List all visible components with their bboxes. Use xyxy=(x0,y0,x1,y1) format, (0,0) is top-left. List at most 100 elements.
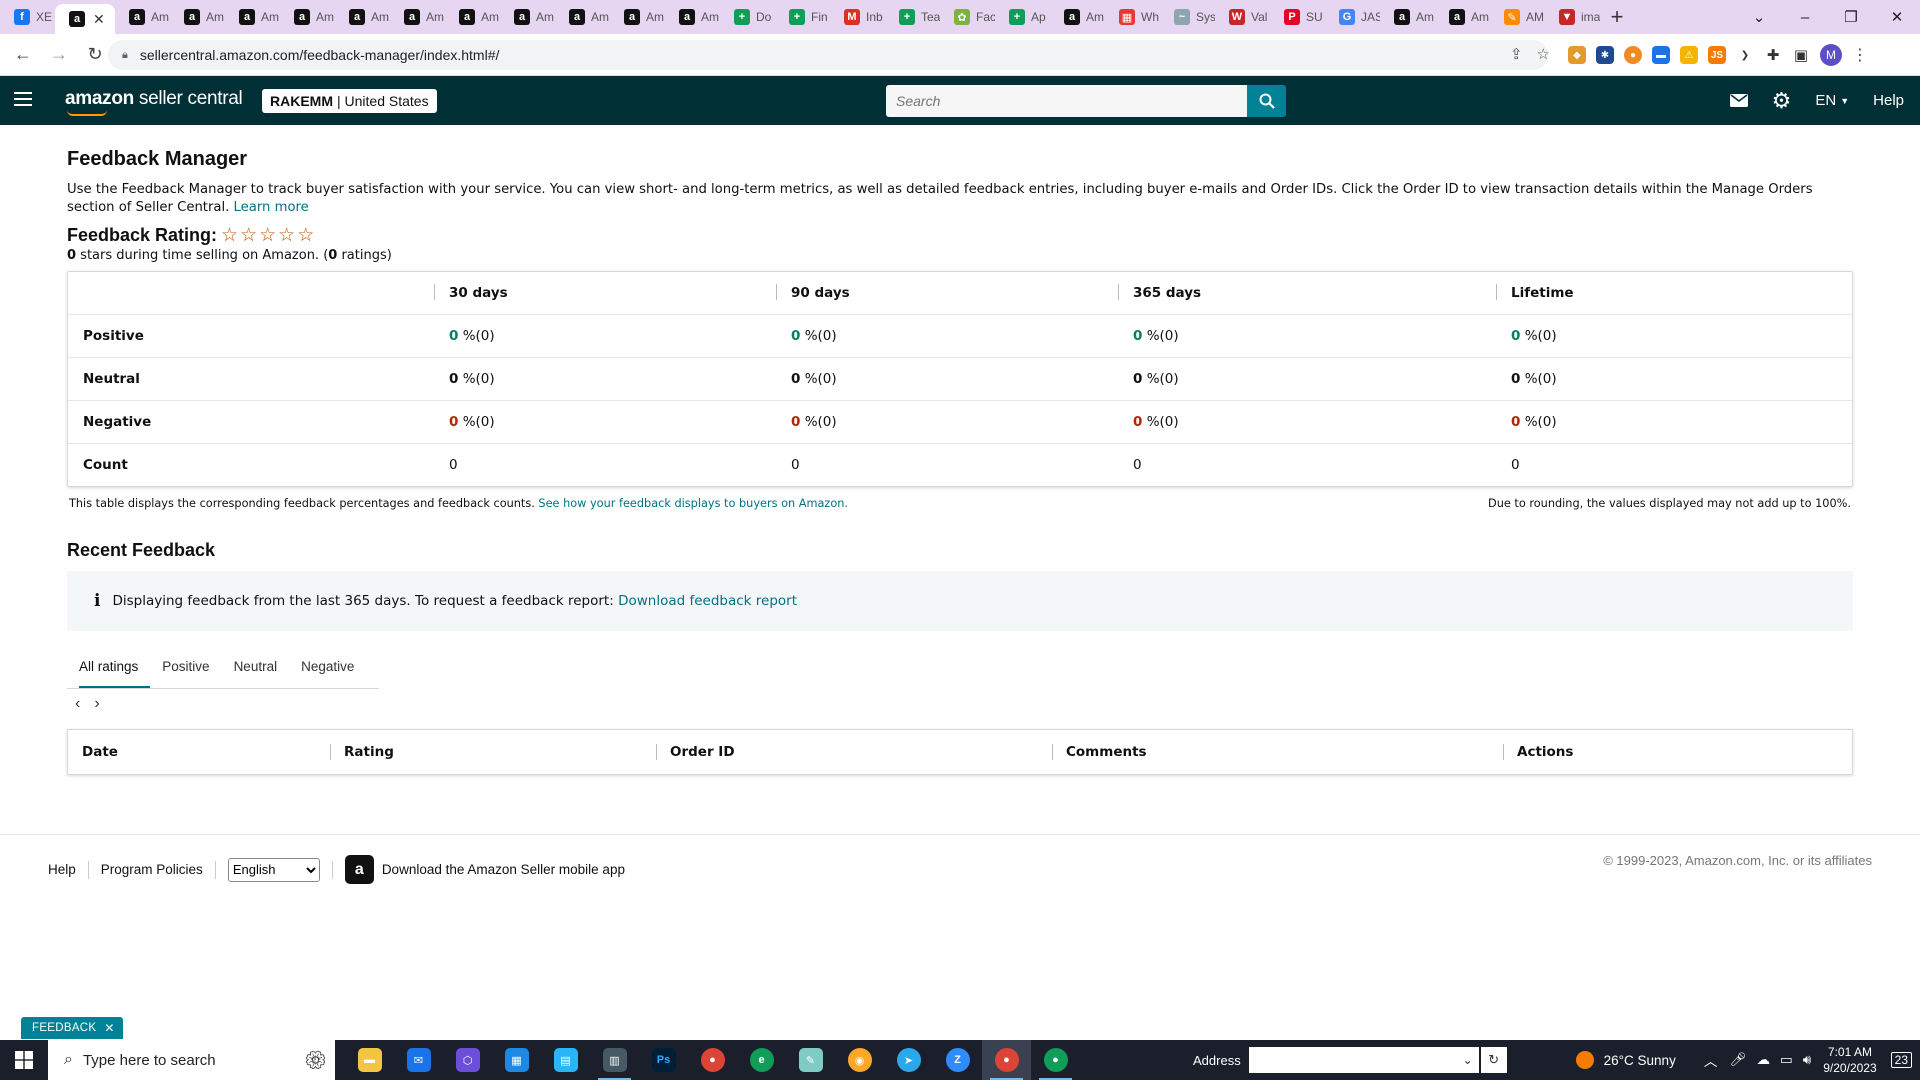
clock[interactable]: 7:01 AM 9/20/2023 xyxy=(1823,1044,1876,1076)
extension-icon[interactable]: ✱ xyxy=(1596,46,1614,64)
program-policies-link[interactable]: Program Policies xyxy=(101,862,203,877)
browser-tab[interactable]: a Am xyxy=(225,0,280,34)
zoom-icon[interactable]: Z xyxy=(933,1040,982,1080)
footer-language-select[interactable]: English xyxy=(227,857,320,882)
browser-tab[interactable]: a Am xyxy=(500,0,555,34)
browser-menu-icon[interactable]: ⋮ xyxy=(1852,45,1868,65)
feedback-column-order-id[interactable]: Order ID xyxy=(656,730,1052,774)
microphone-icon[interactable]: 🎤︎ xyxy=(1729,1052,1746,1068)
next-page-icon[interactable]: › xyxy=(94,695,99,713)
windows-start-icon[interactable] xyxy=(0,1040,48,1080)
feedback-column-comments[interactable]: Comments xyxy=(1052,730,1503,774)
minimize-button[interactable]: – xyxy=(1782,9,1828,26)
feedback-floating-button[interactable]: FEEDBACK ✕ xyxy=(21,1017,123,1039)
extension-icon[interactable]: ◆ xyxy=(1568,46,1586,64)
browser-tab[interactable]: + Do xyxy=(720,0,775,34)
browser-tab[interactable]: P SU xyxy=(1270,0,1325,34)
browser-tab[interactable]: a Am xyxy=(1435,0,1490,34)
download-app-link[interactable]: Download the Amazon Seller mobile app xyxy=(382,862,625,877)
browser-tab[interactable]: ▦ Wh xyxy=(1105,0,1160,34)
browser-tab[interactable]: a Am xyxy=(610,0,665,34)
calculator-icon[interactable]: ▥ xyxy=(590,1040,639,1080)
new-tab-icon[interactable]: + xyxy=(1600,0,1634,34)
edge-icon[interactable]: e xyxy=(737,1040,786,1080)
mail-app-icon[interactable]: ✉ xyxy=(394,1040,443,1080)
amazon-seller-central-logo[interactable]: amazon seller central xyxy=(65,88,243,116)
browser-tab[interactable]: a Am xyxy=(115,0,170,34)
browser-tab[interactable]: ✿ Fac xyxy=(940,0,995,34)
help-link[interactable]: Help xyxy=(1861,92,1920,109)
side-panel-icon[interactable]: ▣ xyxy=(1792,46,1810,64)
browser-tab[interactable]: G JAS xyxy=(1325,0,1380,34)
extension-icon[interactable]: ● xyxy=(1624,46,1642,64)
extension-icon[interactable]: ▬ xyxy=(1652,46,1670,64)
file-explorer-icon[interactable]: ▬ xyxy=(345,1040,394,1080)
extension-icon[interactable]: ❯ xyxy=(1736,46,1754,64)
hamburger-menu-icon[interactable] xyxy=(14,92,32,106)
notifications-icon[interactable]: 23 xyxy=(1890,1052,1912,1068)
browser-tab[interactable]: a Am xyxy=(665,0,720,34)
browser-tab[interactable]: a Am xyxy=(280,0,335,34)
app-icon[interactable]: ⬡ xyxy=(443,1040,492,1080)
browser-tab[interactable]: M Inb xyxy=(830,0,885,34)
address-bar[interactable]: 🔒︎ sellercentral.amazon.com/feedback-man… xyxy=(108,40,1548,70)
browser-tab[interactable]: a Am xyxy=(555,0,610,34)
footer-help-link[interactable]: Help xyxy=(48,862,76,877)
extensions-puzzle-icon[interactable]: ✚ xyxy=(1764,46,1782,64)
weather-text[interactable]: 26°C Sunny xyxy=(1604,1053,1676,1068)
network-icon[interactable]: ▭ xyxy=(1780,1052,1793,1068)
feedback-column-rating[interactable]: Rating xyxy=(330,730,656,774)
telegram-icon[interactable]: ➤ xyxy=(884,1040,933,1080)
back-icon[interactable]: ← xyxy=(10,44,36,65)
chrome-icon[interactable]: ● xyxy=(982,1040,1031,1080)
extension-icon[interactable]: ⚠ xyxy=(1680,46,1698,64)
restore-button[interactable]: ❐ xyxy=(1828,8,1874,26)
store-icon[interactable]: ▦ xyxy=(492,1040,541,1080)
amazon-app-icon[interactable]: a xyxy=(344,855,374,884)
previous-page-icon[interactable]: ‹ xyxy=(75,695,80,713)
profile-avatar[interactable]: M xyxy=(1820,44,1842,66)
tab-search-icon[interactable]: ⌄ xyxy=(1736,8,1782,26)
browser-tab[interactable]: ✎ AM xyxy=(1490,0,1545,34)
extension-icon[interactable]: JS xyxy=(1708,46,1726,64)
chrome-icon[interactable]: ● xyxy=(1031,1040,1080,1080)
app-icon[interactable]: ▤ xyxy=(541,1040,590,1080)
notepad-icon[interactable]: ✎ xyxy=(786,1040,835,1080)
search-button[interactable] xyxy=(1247,85,1286,117)
forward-icon[interactable]: → xyxy=(46,44,72,65)
browser-tab[interactable]: W Val xyxy=(1215,0,1270,34)
browser-tab[interactable]: + Tea xyxy=(885,0,940,34)
tab-neutral[interactable]: Neutral xyxy=(222,645,290,689)
browser-tab[interactable]: ~ Sys xyxy=(1160,0,1215,34)
browser-tab[interactable]: a Am xyxy=(170,0,225,34)
close-icon[interactable]: ✕ xyxy=(104,1021,114,1035)
language-selector[interactable]: EN ▼ xyxy=(1803,92,1861,109)
feedback-column-date[interactable]: Date xyxy=(68,730,330,774)
close-tab-icon[interactable]: ✕ xyxy=(93,11,105,28)
reload-icon[interactable]: ↻ xyxy=(82,44,108,65)
taskbar-search[interactable]: ⌕ Type here to search 🌼︎ xyxy=(48,1040,335,1080)
address-input[interactable]: ⌄ xyxy=(1248,1047,1479,1073)
search-input[interactable] xyxy=(886,85,1248,117)
mail-icon[interactable] xyxy=(1718,94,1760,107)
tab-positive[interactable]: Positive xyxy=(150,645,221,689)
browser-tab[interactable]: f XE xyxy=(0,0,55,34)
volume-icon[interactable]: 🔊︎ xyxy=(1803,1052,1812,1068)
browser-tab[interactable]: a Am xyxy=(335,0,390,34)
settings-gear-icon[interactable]: ⚙ xyxy=(1760,88,1804,114)
browser-tab[interactable]: ▼ ima xyxy=(1545,0,1600,34)
tab-negative[interactable]: Negative xyxy=(289,645,366,689)
refresh-icon[interactable]: ↻ xyxy=(1480,1047,1507,1073)
browser-tab[interactable]: + Ap xyxy=(995,0,1050,34)
browser-tab[interactable]: a Am xyxy=(445,0,500,34)
chevron-up-icon[interactable]: ︿ xyxy=(1704,1050,1718,1070)
photoshop-icon[interactable]: Ps xyxy=(639,1040,688,1080)
browser-tab[interactable]: + Fin xyxy=(775,0,830,34)
browser-tab[interactable]: a Am xyxy=(390,0,445,34)
learn-more-link[interactable]: Learn more xyxy=(234,200,309,215)
chrome-icon[interactable]: ● xyxy=(688,1040,737,1080)
app-icon[interactable]: ◉ xyxy=(835,1040,884,1080)
download-feedback-report-link[interactable]: Download feedback report xyxy=(618,593,797,609)
close-window-button[interactable]: ✕ xyxy=(1874,8,1920,26)
cloud-icon[interactable]: ☁ xyxy=(1756,1052,1770,1068)
